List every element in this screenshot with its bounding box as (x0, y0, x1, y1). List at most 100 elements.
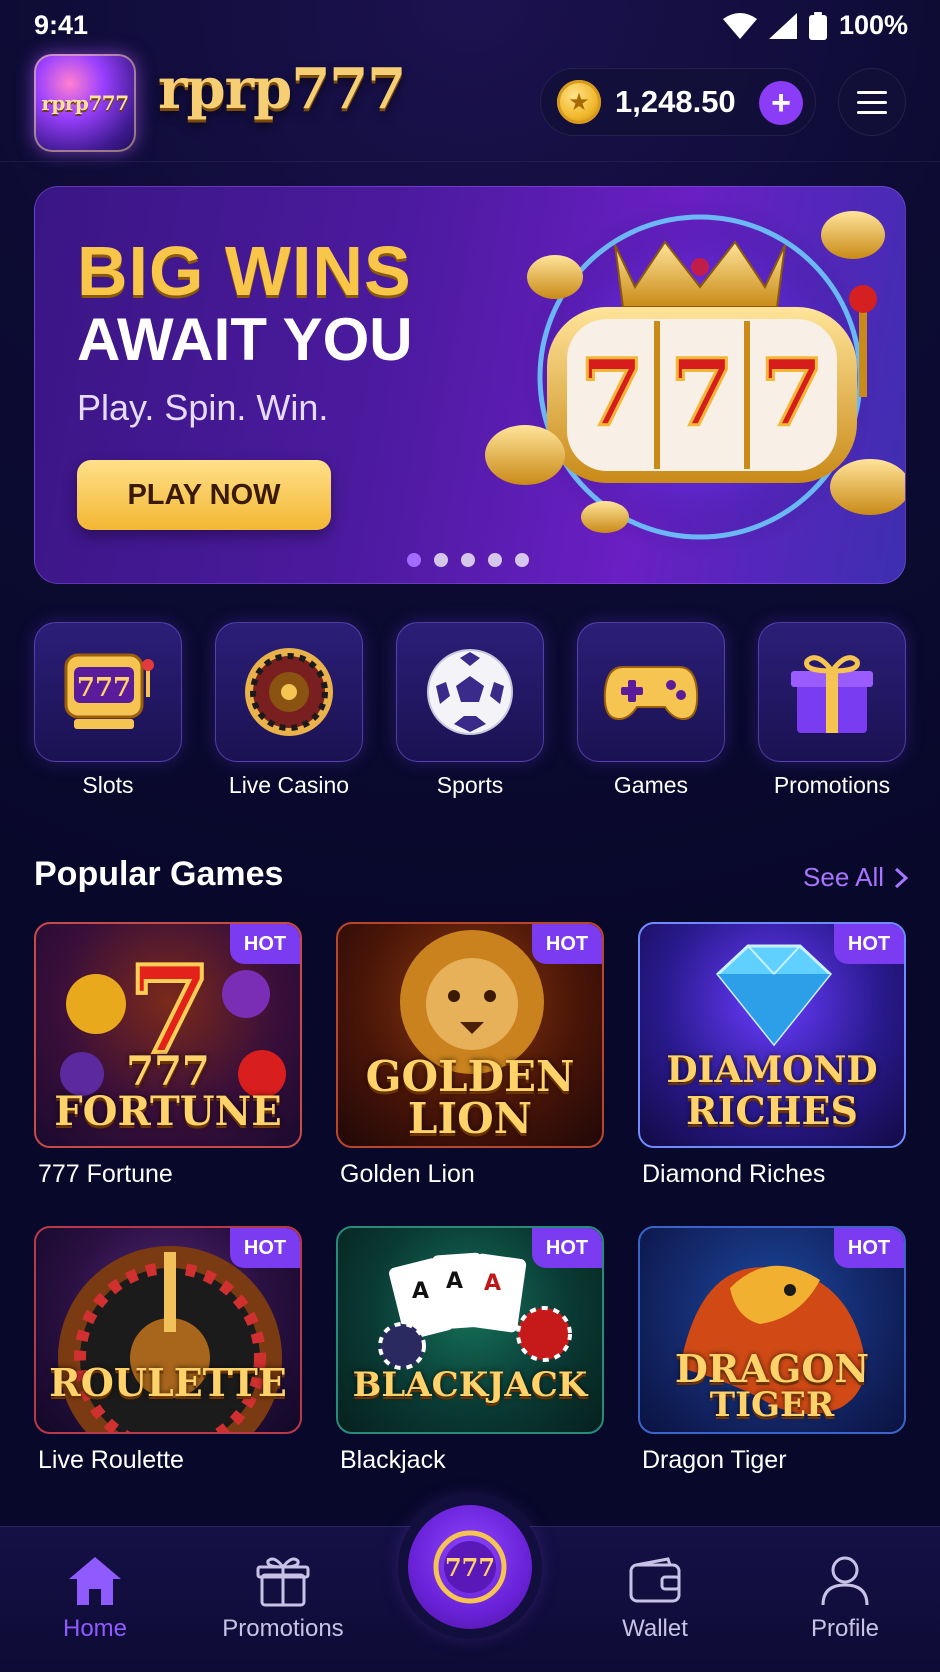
signal-icon (768, 12, 797, 39)
section-title: Popular Games (34, 855, 284, 893)
carousel-dot[interactable] (515, 553, 529, 567)
gift-icon (256, 1557, 310, 1607)
game-thumbnail: DIAMOND RICHES HOT (638, 922, 906, 1148)
svg-text:A: A (412, 1279, 429, 1304)
game-thumbnail: DRAGON TIGER HOT (638, 1226, 906, 1434)
game-art-title: DRAGON (674, 1346, 870, 1391)
nav-home[interactable]: Home (20, 1551, 170, 1643)
hot-badge: HOT (230, 924, 300, 964)
category-label: Sports (436, 772, 504, 798)
category-label: Live Casino (228, 772, 350, 798)
status-time: 9:41 (34, 10, 89, 40)
game-thumbnail: GOLDEN LION HOT (336, 922, 604, 1148)
app-logo[interactable]: rprp777 (34, 54, 136, 152)
bottom-nav: Home Promotions 777 Wallet Profile (0, 1505, 940, 1672)
nav-promotions[interactable]: Promotions (208, 1551, 358, 1643)
add-funds-button[interactable]: + (759, 81, 803, 125)
hot-badge: HOT (230, 1228, 300, 1268)
game-card[interactable]: DIAMOND RICHES HOT Diamond Riches (638, 922, 906, 1189)
category-promotions[interactable]: Promotions (758, 622, 906, 799)
gamepad-icon (603, 666, 699, 721)
see-all-link[interactable]: See All (803, 862, 908, 893)
balance-amount: 1,248.50 (615, 84, 736, 119)
game-card[interactable]: GOLDEN LION HOT Golden Lion (336, 922, 604, 1189)
svg-text:7: 7 (760, 339, 824, 447)
game-card[interactable]: ROULETTE HOT Live Roulette (34, 1226, 302, 1475)
category-sports[interactable]: Sports (396, 622, 544, 799)
brand-name: rprp777 (158, 56, 406, 122)
coin-icon: ★ (557, 80, 601, 124)
game-name: Diamond Riches (642, 1160, 826, 1188)
soccer-ball-icon (427, 649, 513, 735)
category-live-casino[interactable]: Live Casino (215, 622, 363, 799)
slot-machine-illustration: 7 7 7 (485, 197, 905, 557)
nav-label: Home (62, 1615, 128, 1642)
carousel-dots (407, 553, 529, 567)
game-name: Blackjack (340, 1446, 446, 1474)
carousel-dot[interactable] (488, 553, 502, 567)
hero-banner[interactable]: 7 7 7 BIG WINS AWAIT YOU Play. Spin. Win… (34, 186, 906, 584)
menu-button[interactable] (838, 68, 906, 136)
game-card[interactable]: A A A BLACKJACK HOT Blackjack (336, 1226, 604, 1475)
wifi-icon (722, 12, 757, 39)
logo-text: rprp777 (41, 91, 129, 115)
game-thumbnail: 7 777 FORTUNE HOT (34, 922, 302, 1148)
game-thumbnail: ROULETTE HOT (34, 1226, 302, 1434)
nav-label: Profile (810, 1615, 880, 1642)
center-button-label: 777 (444, 1552, 496, 1582)
chevron-right-icon (894, 867, 908, 888)
game-name: 777 Fortune (38, 1160, 173, 1188)
banner-title-line2: AWAIT YOU (77, 306, 413, 373)
category-label: Games (613, 772, 689, 798)
gift-icon (791, 655, 873, 733)
game-art-title: BLACKJACK (352, 1365, 588, 1405)
game-art-title: 777 (126, 1048, 210, 1095)
status-bar: 9:41 100% (0, 0, 940, 52)
center-play-button[interactable]: 777 (408, 1505, 532, 1629)
svg-text:7: 7 (580, 339, 644, 447)
game-name: Dragon Tiger (642, 1446, 787, 1474)
hot-badge: HOT (834, 1228, 904, 1268)
category-games[interactable]: Games (577, 622, 725, 799)
game-art-subtitle: LION (407, 1094, 533, 1143)
roulette-wheel-icon (245, 648, 333, 736)
status-icons: 100% (722, 10, 908, 41)
see-all-label: See All (803, 862, 884, 892)
game-name: Live Roulette (38, 1446, 184, 1474)
home-icon (69, 1557, 121, 1605)
svg-text:7: 7 (670, 339, 734, 447)
game-card[interactable]: DRAGON TIGER HOT Dragon Tiger (638, 1226, 906, 1475)
category-row: 777 Slots Live Casino Sports Games Promo… (34, 622, 906, 802)
banner-subtitle: Play. Spin. Win. (77, 387, 329, 428)
game-name: Golden Lion (340, 1160, 475, 1188)
balance-pill[interactable]: ★ 1,248.50 + (540, 68, 816, 136)
hot-badge: HOT (532, 924, 602, 964)
category-label: Slots (82, 772, 134, 798)
wallet-icon (629, 1557, 681, 1603)
app-header: rprp777 rprp777 ★ 1,248.50 + (0, 52, 940, 162)
battery-icon (808, 11, 827, 40)
carousel-dot[interactable] (461, 553, 475, 567)
nav-profile[interactable]: Profile (770, 1551, 920, 1643)
game-art-title: ROULETTE (49, 1360, 287, 1405)
nav-label: Promotions (222, 1615, 344, 1642)
banner-title-line1: BIG WINS (77, 232, 412, 310)
nav-wallet[interactable]: Wallet (580, 1551, 730, 1643)
game-art-title: DIAMOND (666, 1049, 878, 1091)
battery-percent: 100% (838, 10, 908, 40)
svg-text:A: A (484, 1271, 501, 1296)
game-art-subtitle: TIGER (709, 1385, 835, 1425)
game-card[interactable]: 7 777 FORTUNE HOT 777 Fortune (34, 922, 302, 1189)
category-slots[interactable]: 777 Slots (34, 622, 182, 799)
svg-text:A: A (446, 1269, 463, 1294)
carousel-dot[interactable] (407, 553, 421, 567)
app-root: 9:41 100% rprp777 rprp777 ★ 1,248.50 + 7… (0, 0, 940, 1672)
user-icon (821, 1556, 869, 1606)
slot-machine-icon: 777 (64, 653, 154, 729)
play-now-button[interactable]: PLAY NOW (77, 460, 331, 530)
nav-label: Wallet (622, 1615, 688, 1642)
category-label: Promotions (773, 772, 891, 798)
game-art-subtitle: RICHES (686, 1088, 858, 1133)
game-thumbnail: A A A BLACKJACK HOT (336, 1226, 604, 1434)
carousel-dot[interactable] (434, 553, 448, 567)
